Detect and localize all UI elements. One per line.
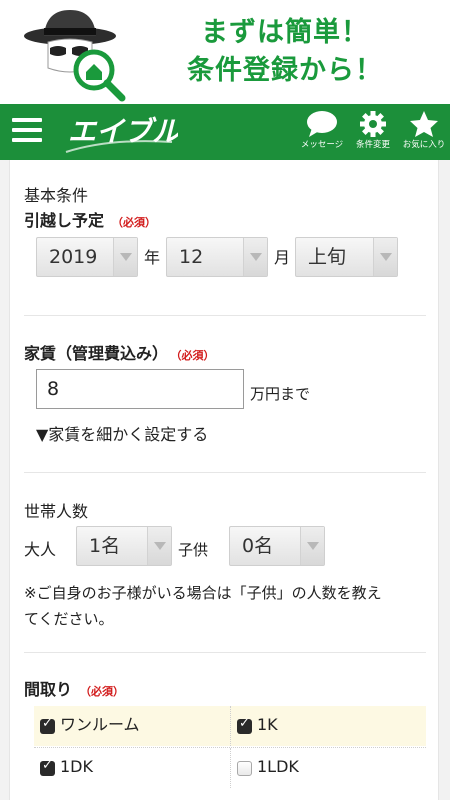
chevron-down-icon <box>373 238 397 276</box>
layout-option-1k[interactable]: 1K <box>230 706 426 746</box>
adult-count-value: 1名 <box>89 535 121 557</box>
layout-label-text: 間取り <box>24 680 73 699</box>
month-unit: 月 <box>274 248 291 267</box>
change-conditions-label: 条件変更 <box>355 140 390 150</box>
layout-option-1dk[interactable]: 1DK <box>34 748 230 788</box>
promo-banner[interactable]: まずは簡単！ 条件登録から！ <box>0 0 450 104</box>
household-note: ※ご自身のお子様がいる場合は「子供」の人数を教え てください。 <box>24 580 382 632</box>
move-schedule-text: 引越し予定 <box>24 211 105 230</box>
banner-line-2: 条件登録から！ <box>187 55 383 86</box>
required-badge: （必須） <box>112 216 157 229</box>
layout-option-label: 1DK <box>60 757 93 776</box>
adult-count-select[interactable]: 1名 <box>76 526 172 566</box>
right-margin <box>438 160 450 800</box>
section-divider <box>24 652 426 653</box>
move-schedule-label: 引越し予定 （必須） <box>24 211 156 233</box>
app-header: エイブル メッセージ 条件変更 お気に入り <box>0 104 450 160</box>
detective-search-icon <box>24 10 126 102</box>
chevron-down-icon <box>300 527 324 565</box>
checkbox-checked[interactable] <box>237 716 252 734</box>
basic-conditions-heading: 基本条件 <box>24 186 89 205</box>
household-note-line-1: ※ご自身のお子様がいる場合は「子供」の人数を教え <box>24 584 382 602</box>
child-count-select[interactable]: 0名 <box>229 526 325 566</box>
child-label: 子供 <box>178 541 209 559</box>
layout-options-grid: ワンルーム 1K 1DK 1LDK <box>34 706 426 800</box>
banner-line-1: まずは簡単！ <box>201 17 369 48</box>
rent-input-value: 8 <box>47 378 60 400</box>
messages-button[interactable]: メッセージ <box>294 108 350 158</box>
move-period-value: 上旬 <box>308 246 347 268</box>
household-label: 世帯人数 <box>24 502 89 521</box>
layout-row: 1DK 1LDK <box>34 747 426 788</box>
move-year-value: 2019 <box>49 246 98 268</box>
year-unit: 年 <box>144 248 161 267</box>
able-logo[interactable]: エイブル <box>60 108 178 156</box>
household-note-line-2: てください。 <box>24 610 114 628</box>
favorites-button[interactable]: お気に入り <box>396 108 450 158</box>
gear-icon <box>360 111 386 137</box>
chevron-down-icon <box>113 238 137 276</box>
checkbox-checked[interactable] <box>40 716 55 734</box>
layout-option-oneroom[interactable]: ワンルーム <box>34 706 230 746</box>
layout-option-label: 1K <box>257 715 278 734</box>
favorites-label: お気に入り <box>402 140 446 150</box>
adult-label: 大人 <box>24 540 57 559</box>
rent-detail-link[interactable]: ▼家賃を細かく設定する <box>36 425 208 445</box>
child-count-value: 0名 <box>242 535 274 557</box>
move-year-select[interactable]: 2019 <box>36 237 138 277</box>
checkbox-checked[interactable] <box>40 758 55 776</box>
star-icon <box>410 111 438 137</box>
required-badge: （必須） <box>176 349 215 362</box>
layout-row: ワンルーム 1K <box>34 706 426 746</box>
layout-option-label: ワンルーム <box>60 715 140 734</box>
layout-label: 間取り （必須） <box>24 680 124 702</box>
chevron-down-icon <box>147 527 171 565</box>
move-month-value: 12 <box>179 246 204 268</box>
hamburger-menu-icon[interactable] <box>12 118 42 146</box>
logo-text: エイブル <box>68 115 178 148</box>
banner-headline: まずは簡単！ 条件登録から！ <box>150 14 420 90</box>
change-conditions-button[interactable]: 条件変更 <box>345 108 401 158</box>
section-divider <box>24 472 426 473</box>
rent-label-text: 家賃（管理費込み） <box>24 344 169 363</box>
rent-input[interactable]: 8 <box>36 369 244 409</box>
rent-label: 家賃（管理費込み） （必須） <box>24 344 215 366</box>
layout-option-1ldk[interactable]: 1LDK <box>230 748 426 788</box>
layout-option-label: 1LDK <box>257 757 299 776</box>
move-period-select[interactable]: 上旬 <box>295 237 398 277</box>
speech-bubble-icon <box>307 111 337 137</box>
left-margin <box>0 160 10 800</box>
section-divider <box>24 315 426 316</box>
checkbox-unchecked[interactable] <box>237 761 252 776</box>
chevron-down-icon <box>243 238 267 276</box>
rent-unit: 万円まで <box>250 385 311 403</box>
messages-label: メッセージ <box>300 140 344 150</box>
move-month-select[interactable]: 12 <box>166 237 268 277</box>
required-badge: （必須） <box>80 685 125 698</box>
